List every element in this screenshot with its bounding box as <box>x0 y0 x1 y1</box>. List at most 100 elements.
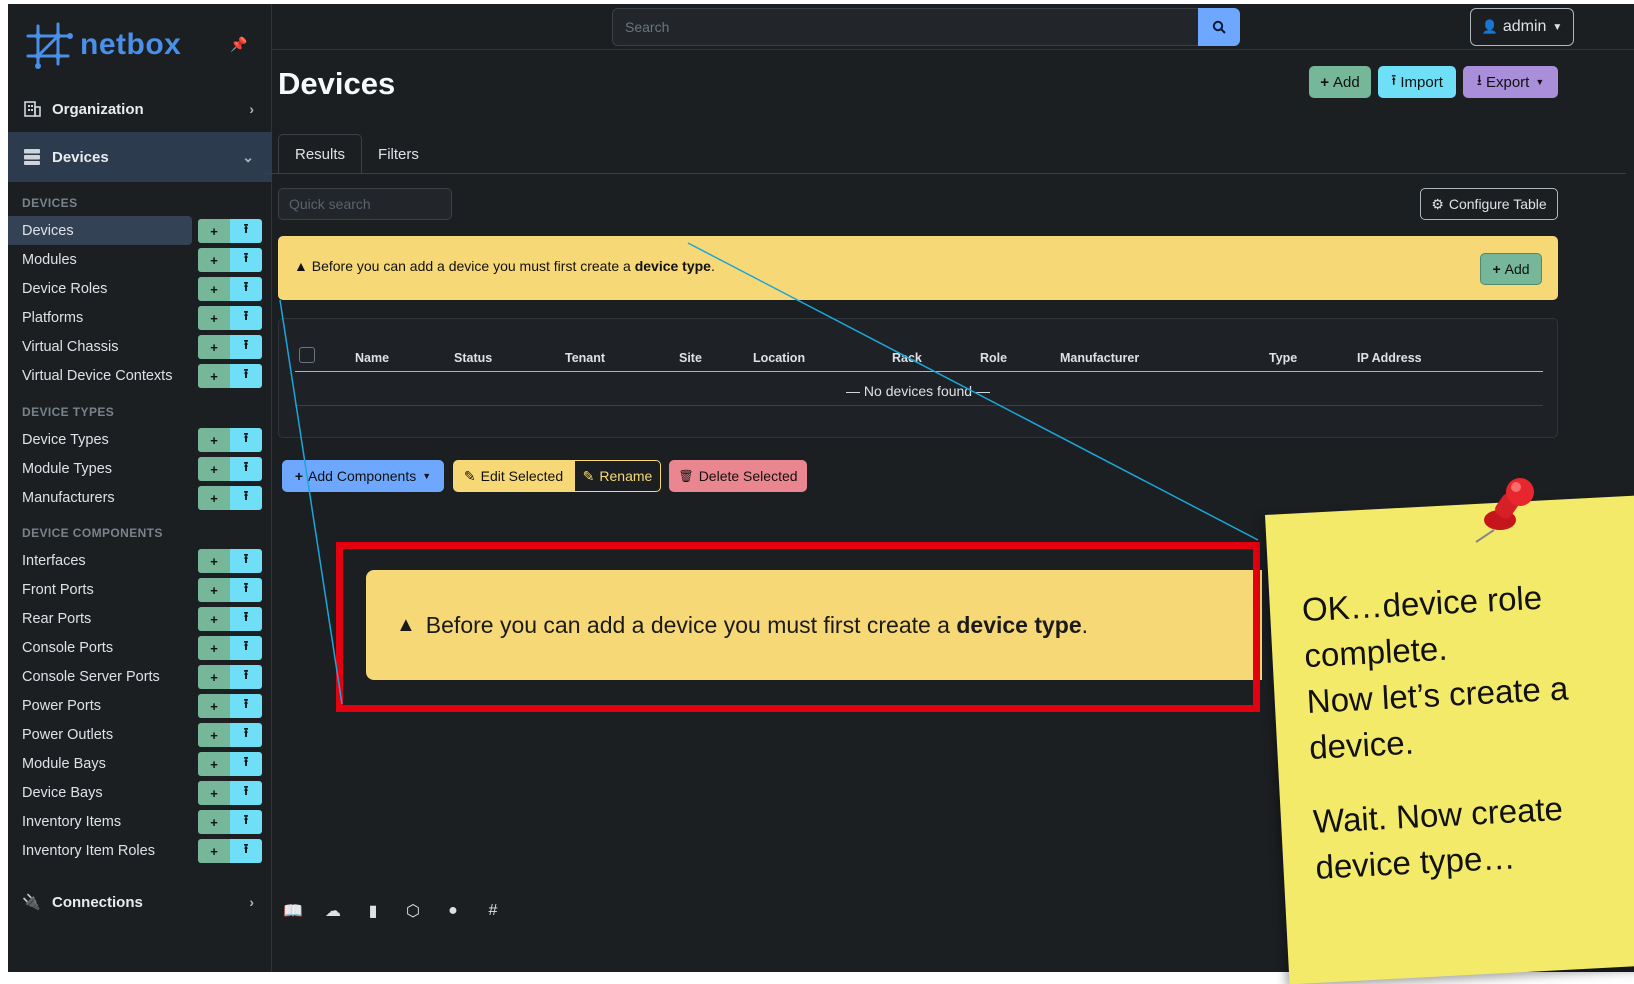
delete-selected-button[interactable]: 🗑 Delete Selected <box>669 460 807 492</box>
sidebar-add-button[interactable]: + <box>198 578 230 602</box>
sidebar-item[interactable]: Console Ports + ⭱ <box>8 633 272 662</box>
alert-add-button[interactable]: + Add <box>1480 253 1542 285</box>
sidebar-import-button[interactable]: ⭱ <box>230 219 262 243</box>
edit-selected-button[interactable]: ✎ Edit Selected <box>453 460 574 492</box>
sidebar-import-button[interactable]: ⭱ <box>230 248 262 272</box>
sidebar-item[interactable]: Rear Ports + ⭱ <box>8 604 272 633</box>
sidebar-item[interactable]: Device Bays + ⭱ <box>8 778 272 807</box>
sidebar-import-button[interactable]: ⭱ <box>230 277 262 301</box>
sidebar-import-button[interactable]: ⭱ <box>230 486 262 510</box>
search-button[interactable] <box>1198 8 1240 46</box>
building-icon <box>22 99 42 119</box>
sidebar-add-button[interactable]: + <box>198 457 230 481</box>
sidebar-import-button[interactable]: ⭱ <box>230 578 262 602</box>
sidebar-import-button[interactable]: ⭱ <box>230 549 262 573</box>
sidebar-add-button[interactable]: + <box>198 549 230 573</box>
sidebar-add-button[interactable]: + <box>198 810 230 834</box>
sidebar-item-label: Power Ports <box>22 697 101 714</box>
bookmark-icon[interactable]: ▮ <box>362 900 384 922</box>
sidebar-item[interactable]: Module Bays + ⭱ <box>8 749 272 778</box>
pin-sidebar-icon[interactable]: 📌 <box>230 36 247 53</box>
sidebar-item[interactable]: Module Types + ⭱ <box>8 454 272 483</box>
sidebar-item[interactable]: Power Outlets + ⭱ <box>8 720 272 749</box>
sidebar-item[interactable]: Inventory Items + ⭱ <box>8 807 272 836</box>
user-menu-button[interactable]: 👤 admin ▼ <box>1470 8 1574 46</box>
configure-table-button[interactable]: ⚙ Configure Table <box>1420 188 1558 220</box>
sidebar-import-button[interactable]: ⭱ <box>230 781 262 805</box>
menu-devices[interactable]: Devices ⌄ <box>8 132 272 182</box>
sidebar-import-button[interactable]: ⭱ <box>230 607 262 631</box>
column-header-name[interactable]: Name <box>355 351 389 365</box>
sidebar-add-button[interactable]: + <box>198 335 230 359</box>
graphql-icon[interactable]: ⬡ <box>402 900 424 922</box>
sidebar-import-button[interactable]: ⭱ <box>230 839 262 863</box>
sidebar-add-button[interactable]: + <box>198 428 230 452</box>
sidebar-import-button[interactable]: ⭱ <box>230 364 262 388</box>
sidebar-add-button[interactable]: + <box>198 248 230 272</box>
sidebar-add-button[interactable]: + <box>198 306 230 330</box>
tab-filters[interactable]: Filters <box>362 134 435 174</box>
add-components-button[interactable]: + Add Components ▼ <box>282 460 444 492</box>
sidebar-add-button[interactable]: + <box>198 723 230 747</box>
column-header-site[interactable]: Site <box>679 351 702 365</box>
sidebar-add-button[interactable]: + <box>198 752 230 776</box>
global-search-input[interactable]: Search <box>612 8 1200 46</box>
column-header-ip-address[interactable]: IP Address <box>1357 351 1422 365</box>
menu-connections[interactable]: 🔌 Connections › <box>8 882 272 922</box>
sidebar-item[interactable]: Console Server Ports + ⭱ <box>8 662 272 691</box>
import-button[interactable]: ⭱ Import <box>1378 66 1456 98</box>
menu-organization[interactable]: Organization › <box>8 84 272 134</box>
sidebar-item[interactable]: Platforms + ⭱ <box>8 303 272 332</box>
slack-icon[interactable]: # <box>482 900 504 922</box>
sidebar-item[interactable]: Interfaces + ⭱ <box>8 546 272 575</box>
column-header-rack[interactable]: Rack <box>892 351 922 365</box>
sidebar-item[interactable]: Virtual Chassis + ⭱ <box>8 332 272 361</box>
sidebar-add-button[interactable]: + <box>198 839 230 863</box>
sidebar-add-button[interactable]: + <box>198 607 230 631</box>
sidebar-item[interactable]: Inventory Item Roles + ⭱ <box>8 836 272 865</box>
add-button-label: Add <box>1333 73 1360 91</box>
column-header-status[interactable]: Status <box>454 351 492 365</box>
sidebar-item[interactable]: Manufacturers + ⭱ <box>8 483 272 512</box>
sidebar-item[interactable]: Devices + ⭱ <box>8 216 272 245</box>
sidebar-add-button[interactable]: + <box>198 219 230 243</box>
github-icon[interactable]: ● <box>442 900 464 922</box>
cloud-api-icon[interactable]: ☁ <box>322 900 344 922</box>
sidebar-add-button[interactable]: + <box>198 277 230 301</box>
column-header-location[interactable]: Location <box>753 351 805 365</box>
column-header-role[interactable]: Role <box>980 351 1007 365</box>
sidebar-add-button[interactable]: + <box>198 486 230 510</box>
add-button[interactable]: + Add <box>1309 66 1371 98</box>
sidebar-item[interactable]: Device Roles + ⭱ <box>8 274 272 303</box>
sidebar-item[interactable]: Front Ports + ⭱ <box>8 575 272 604</box>
docs-book-icon[interactable]: 📖 <box>282 900 304 922</box>
sidebar-import-button[interactable]: ⭱ <box>230 428 262 452</box>
sidebar-import-button[interactable]: ⭱ <box>230 752 262 776</box>
sidebar-import-button[interactable]: ⭱ <box>230 810 262 834</box>
column-header-manufacturer[interactable]: Manufacturer <box>1060 351 1139 365</box>
sidebar-import-button[interactable]: ⭱ <box>230 665 262 689</box>
sidebar-import-button[interactable]: ⭱ <box>230 335 262 359</box>
sidebar-import-button[interactable]: ⭱ <box>230 694 262 718</box>
column-header-type[interactable]: Type <box>1269 351 1297 365</box>
sidebar-add-button[interactable]: + <box>198 364 230 388</box>
tab-results[interactable]: Results <box>278 134 363 174</box>
sidebar-item[interactable]: Device Types + ⭱ <box>8 425 272 454</box>
sidebar-add-button[interactable]: + <box>198 636 230 660</box>
sidebar-add-button[interactable]: + <box>198 665 230 689</box>
column-header-tenant[interactable]: Tenant <box>565 351 605 365</box>
sidebar-item[interactable]: Virtual Device Contexts + ⭱ <box>8 361 272 390</box>
sidebar-import-button[interactable]: ⭱ <box>230 457 262 481</box>
sidebar-item[interactable]: Power Ports + ⭱ <box>8 691 272 720</box>
sidebar-import-button[interactable]: ⭱ <box>230 306 262 330</box>
rename-button[interactable]: ✎ Rename <box>574 460 661 492</box>
sidebar-add-button[interactable]: + <box>198 694 230 718</box>
sidebar-import-button[interactable]: ⭱ <box>230 636 262 660</box>
sidebar-import-button[interactable]: ⭱ <box>230 723 262 747</box>
select-all-checkbox[interactable] <box>299 347 315 363</box>
brand-logo[interactable]: netbox <box>24 20 181 70</box>
sidebar-item[interactable]: Modules + ⭱ <box>8 245 272 274</box>
quick-search-input[interactable]: Quick search <box>278 188 452 220</box>
sidebar-add-button[interactable]: + <box>198 781 230 805</box>
export-button[interactable]: ⭳ Export ▼ <box>1463 66 1558 98</box>
